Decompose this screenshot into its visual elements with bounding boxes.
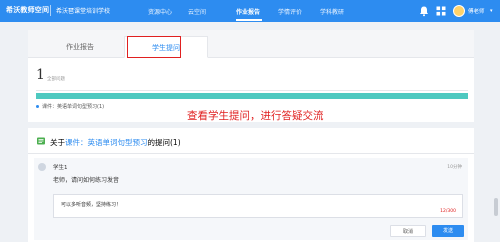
course-item[interactable]: 课件：英语单词句型预习(1) (36, 103, 104, 110)
annotation-text: 查看学生提问，进行答疑交流 (187, 110, 324, 122)
nav-item-research[interactable]: 学科教研 (320, 7, 344, 16)
app-brand[interactable]: 希沃教师空间 (6, 5, 49, 15)
book-icon (37, 137, 45, 145)
user-name[interactable]: 傅老师 (468, 7, 485, 15)
section-divider (28, 153, 474, 154)
reply-text: 可以多听音频，坚持练习！ (61, 202, 122, 208)
nav-item-homework-report[interactable]: 作业报告 (236, 7, 260, 16)
nav-item-cloud[interactable]: 云空间 (188, 7, 206, 16)
brand-divider (50, 5, 51, 16)
tab-homework-report[interactable]: 作业报告 (34, 36, 126, 58)
reply-char-count: 12/300 (440, 209, 456, 214)
cancel-button[interactable]: 取消 (390, 225, 426, 237)
top-bar: 希沃教师空间 希沃琶课堂培训学校 资源中心 云空间 作业报告 学情评价 学科教研… (0, 0, 500, 22)
progress-fill (36, 93, 468, 99)
student-name: 学生1 (53, 165, 68, 171)
question-item: 学生1 10分钟 老师，请问如何练习发音 可以多听音频，坚持练习！ 12/300… (34, 158, 468, 240)
question-text: 老师，请问如何练习发音 (53, 177, 120, 184)
question-count: 1 (36, 67, 45, 83)
student-avatar (38, 163, 46, 171)
bell-icon[interactable] (418, 5, 430, 17)
chevron-down-icon[interactable]: ▾ (490, 8, 493, 14)
tab-highlight-box (127, 36, 181, 58)
user-avatar[interactable] (453, 5, 465, 17)
course-link[interactable]: 课件：英语单词句型预习 (65, 138, 148, 147)
nav-item-evaluation[interactable]: 学情评价 (278, 7, 302, 16)
question-panel: 关于课件：英语单词句型预习的提问(1) 学生1 10分钟 老师，请问如何练习发音… (28, 128, 474, 242)
school-name: 希沃琶课堂培训学校 (56, 8, 111, 15)
question-progress-bar (36, 93, 468, 99)
summary-divider (36, 90, 468, 91)
bullet-icon (36, 105, 39, 108)
nav-item-resources[interactable]: 资源中心 (148, 7, 172, 16)
question-count-label: 全部问题 (47, 77, 65, 82)
nav-active-underline (236, 19, 262, 21)
course-item-label: 课件：英语单词句型预习(1) (42, 104, 105, 110)
question-section-suffix: 的提问(1) (147, 138, 181, 147)
reply-input[interactable]: 可以多听音频，坚持练习！ 12/300 (53, 194, 463, 218)
question-section-prefix: 关于 (50, 138, 65, 147)
scrollbar-thumb[interactable] (494, 198, 498, 216)
tab-bar: 作业报告 学生提问 (28, 30, 474, 58)
question-section-title: 关于课件：英语单词句型预习的提问(1) (50, 137, 181, 148)
question-time: 10分钟 (447, 165, 462, 170)
grid-apps-icon[interactable] (435, 5, 447, 17)
send-button[interactable]: 发送 (432, 225, 464, 237)
